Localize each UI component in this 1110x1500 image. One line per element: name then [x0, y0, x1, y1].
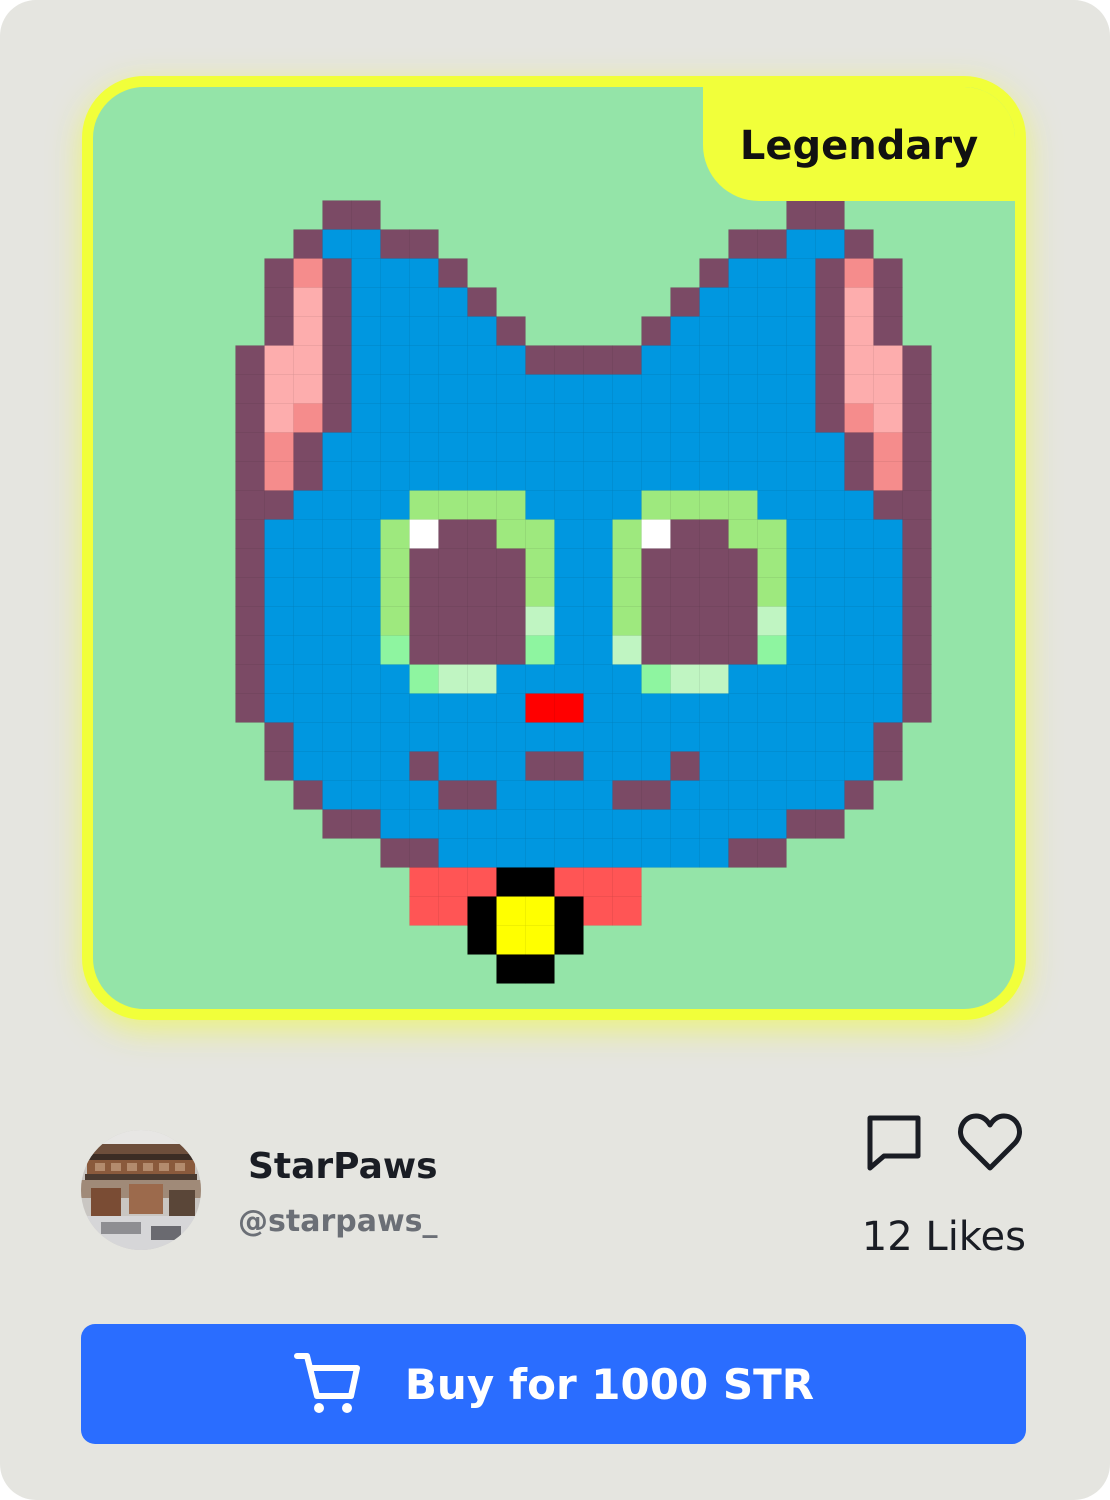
- nft-card: Legendary StarPaws @starpaws_ 12 Likes B…: [0, 0, 1110, 1500]
- like-button[interactable]: [956, 1108, 1024, 1176]
- cart-icon: [293, 1353, 360, 1413]
- creator-name[interactable]: StarPaws: [248, 1146, 438, 1187]
- creator-avatar[interactable]: [81, 1130, 201, 1250]
- creator-handle[interactable]: @starpaws_: [238, 1204, 438, 1239]
- heart-icon: [958, 1113, 1022, 1171]
- comment-icon: [867, 1115, 921, 1171]
- rarity-badge: Legendary: [703, 87, 1015, 201]
- buy-label: Buy for 1000 STR: [404, 1359, 815, 1409]
- artwork-frame[interactable]: Legendary: [82, 76, 1026, 1020]
- comment-button[interactable]: [860, 1108, 928, 1176]
- pixel-cat-icon: [235, 200, 932, 984]
- likes-count: 12 Likes: [861, 1214, 1026, 1260]
- buy-button[interactable]: Buy for 1000 STR: [81, 1324, 1026, 1444]
